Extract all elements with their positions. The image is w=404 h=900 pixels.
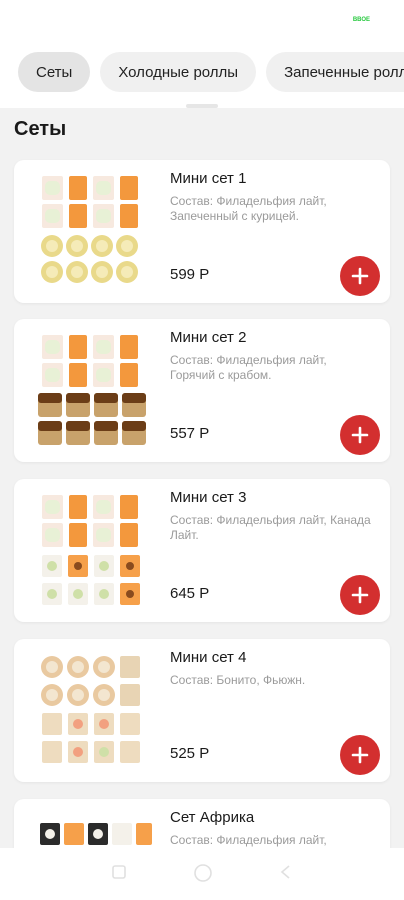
category-chip-sets[interactable]: Сеты [18, 52, 91, 92]
product-image [41, 656, 140, 763]
product-description: Состав: Бонито, Фьюжн. [170, 673, 306, 687]
category-chip-baked-rolls[interactable]: Запеченные роллы [266, 52, 404, 92]
product-description: Состав: Филадельфия лайт, Горячий с краб… [170, 353, 327, 382]
plus-icon [351, 586, 369, 604]
product-description: Состав: Филадельфия лайт, Канада Лайт. [170, 513, 371, 542]
product-card[interactable]: Мини сет 4 Состав: Бонито, Фьюжн. 525 Р [14, 639, 390, 782]
product-description: Состав: Филадельфия лайт, [170, 833, 327, 847]
product-price: 525 Р [170, 745, 210, 762]
plus-icon [351, 746, 369, 764]
product-image [41, 176, 138, 283]
product-card[interactable]: Мини сет 2 Состав: Филадельфия лайт, Гор… [14, 319, 390, 462]
scroll-handle[interactable] [186, 104, 218, 108]
add-to-cart-button[interactable] [340, 735, 380, 775]
product-name: Мини сет 3 [170, 489, 247, 506]
plus-icon [351, 426, 369, 444]
system-navigation-bar [0, 848, 404, 900]
product-description: Состав: Филадельфия лайт, Запеченный с к… [170, 194, 327, 223]
add-to-cart-button[interactable] [340, 256, 380, 296]
add-to-cart-button[interactable] [340, 575, 380, 615]
status-bar: ВВОЕ [0, 0, 404, 40]
product-name: Мини сет 1 [170, 170, 247, 187]
back-icon[interactable] [110, 863, 128, 881]
category-bar: Сеты Холодные роллы Запеченные роллы [0, 40, 404, 108]
product-price: 599 Р [170, 266, 210, 283]
product-card[interactable]: Мини сет 1 Состав: Филадельфия лайт, Зап… [14, 160, 390, 303]
section-title: Сеты [14, 118, 67, 140]
plus-icon [351, 267, 369, 285]
product-image [38, 335, 146, 445]
category-chip-cold-rolls[interactable]: Холодные роллы [100, 52, 257, 92]
product-price: 645 Р [170, 585, 210, 602]
product-name: Мини сет 4 [170, 649, 247, 666]
battery-indicator: ВВОЕ [352, 17, 370, 23]
recents-icon[interactable] [277, 863, 295, 881]
product-image [42, 495, 140, 605]
product-price: 557 Р [170, 425, 210, 442]
product-name: Мини сет 2 [170, 329, 247, 346]
product-card[interactable]: Мини сет 3 Состав: Филадельфия лайт, Кан… [14, 479, 390, 622]
add-to-cart-button[interactable] [340, 415, 380, 455]
home-icon[interactable] [193, 863, 213, 883]
product-name: Сет Африка [170, 809, 255, 826]
